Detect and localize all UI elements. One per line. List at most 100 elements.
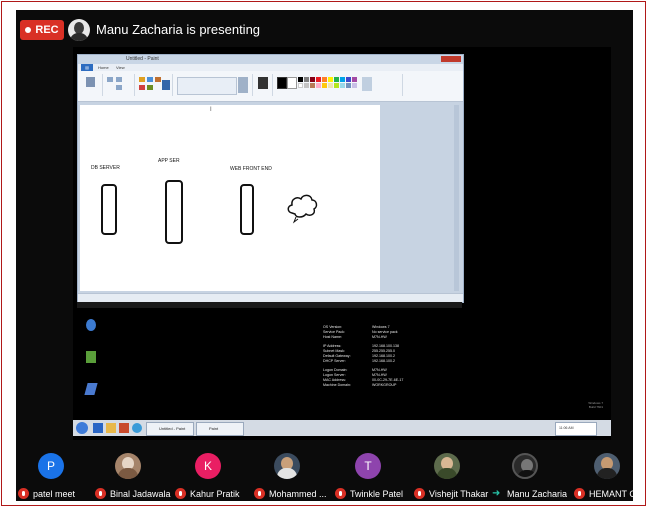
sysinfo-value: M7N-HW (372, 368, 387, 372)
palette-swatch[interactable] (310, 77, 315, 82)
palette-swatch[interactable] (346, 77, 351, 82)
app-server-label: APP SER (158, 158, 180, 164)
sysinfo-value: 192.168.100.2 (372, 359, 395, 363)
palette-swatch[interactable] (340, 83, 345, 88)
top-bar: REC Manu Zacharia is presenting (16, 10, 633, 50)
participant-tile[interactable]: HEMANT GA... (574, 452, 633, 501)
paint-file-menu[interactable]: ▤ (81, 64, 93, 71)
shapes-group[interactable] (174, 74, 253, 96)
image-group[interactable] (104, 74, 135, 96)
sysinfo-value: M7N-HW (372, 373, 387, 377)
participant-avatar (115, 453, 141, 479)
sysinfo-label: DHCP Server: (323, 359, 346, 363)
sysinfo-value: WORKGROUP (372, 383, 397, 387)
sysinfo-label: Logon Domain: (323, 368, 348, 372)
colors-group[interactable] (274, 74, 403, 96)
palette-swatch[interactable] (334, 83, 339, 88)
media-icon[interactable] (119, 423, 129, 433)
palette-swatch[interactable] (304, 77, 309, 82)
palette-swatch[interactable] (328, 77, 333, 82)
start-button[interactable] (76, 422, 88, 434)
palette-swatch[interactable] (298, 77, 303, 82)
mic-muted-icon (254, 488, 265, 499)
sysinfo-label: MAC Address: (323, 378, 346, 382)
sysinfo-label: Service Pack: (323, 330, 345, 334)
size-icon (258, 77, 268, 89)
participants-strip: P patel meet Binal Jadawala K Kahur Prat… (16, 452, 633, 501)
paint-tab-home[interactable]: Home (98, 65, 109, 70)
palette-swatch[interactable] (316, 83, 321, 88)
participant-tile[interactable]: P patel meet (18, 452, 98, 501)
palette-swatch[interactable] (298, 83, 303, 88)
window-controls[interactable] (441, 56, 461, 62)
paint-canvas[interactable]: DB SERVER APP SER WEB FRONT END I (80, 105, 380, 291)
participant-name: Mohammed ... (269, 489, 327, 499)
system-tray[interactable]: 11:06 AM (555, 422, 597, 436)
network-icon[interactable] (86, 319, 96, 331)
mic-muted-icon (414, 488, 425, 499)
participant-tile[interactable]: Mohammed ... (254, 452, 334, 501)
palette-swatch[interactable] (304, 83, 309, 88)
pencil-icon (139, 77, 145, 82)
outline-fill-icon (238, 77, 248, 93)
paint-ribbon-tabs: ▤ Home View (78, 64, 463, 71)
taskbar-task-paint[interactable]: Untitled - Paint (146, 422, 194, 436)
palette-swatch[interactable] (328, 83, 333, 88)
color2-swatch[interactable] (287, 77, 297, 89)
paint-tab-view[interactable]: View (116, 65, 125, 70)
web-front-end-label: WEB FRONT END (230, 166, 272, 172)
sysinfo-label: Machine Domain: (323, 383, 351, 387)
recycle-bin-icon[interactable] (86, 351, 96, 363)
shared-screen: Untitled - Paint ▤ Home View DB SERVER A… (73, 47, 611, 440)
presenting-status: Manu Zacharia is presenting (96, 22, 261, 37)
palette-swatch[interactable] (316, 77, 321, 82)
app-server-shape (165, 180, 183, 244)
web-server-shape (240, 184, 254, 235)
participant-name: Twinkle Patel (350, 489, 404, 499)
fill-icon (147, 77, 153, 82)
vertical-scrollbar[interactable] (454, 105, 459, 291)
palette-swatch[interactable] (322, 83, 327, 88)
paint-titlebar: Untitled - Paint (78, 55, 463, 64)
palette-swatch[interactable] (346, 83, 351, 88)
palette-swatch[interactable] (310, 83, 315, 88)
size-group[interactable] (254, 74, 273, 96)
bginfo-strip (77, 302, 462, 308)
palette-swatch[interactable] (322, 77, 327, 82)
sysinfo-label: Logon Server: (323, 373, 346, 377)
participant-tile[interactable]: Binal Jadawala (95, 452, 175, 501)
participant-name: Binal Jadawala (110, 489, 171, 499)
sysinfo-label: Subnet Mask: (323, 349, 345, 353)
participant-avatar (512, 453, 538, 479)
explorer-icon[interactable] (106, 423, 116, 433)
brushes-icon (162, 80, 170, 90)
sysinfo-value: Windows 7 (372, 325, 390, 329)
clipboard-group[interactable] (80, 74, 103, 96)
participant-tile[interactable]: T Twinkle Patel (335, 452, 415, 501)
palette-swatch[interactable] (340, 77, 345, 82)
chrome-icon[interactable] (132, 423, 142, 433)
palette-swatch[interactable] (352, 77, 357, 82)
desktop-shortcut-icon[interactable] (84, 383, 98, 395)
participant-name: Kahur Pratik (190, 489, 240, 499)
db-server-shape (101, 184, 117, 235)
color1-swatch[interactable] (277, 77, 287, 89)
paint-title: Untitled - Paint (126, 56, 159, 62)
palette-swatch[interactable] (334, 77, 339, 82)
sysinfo-value: 255.255.255.0 (372, 349, 395, 353)
presenter-avatar (68, 19, 90, 41)
canvas-area: DB SERVER APP SER WEB FRONT END I (78, 102, 463, 293)
participant-name: patel meet (33, 489, 76, 499)
sysinfo-label: Host Name: (323, 335, 342, 339)
participant-tile[interactable]: Vishejit Thakar (414, 452, 494, 501)
record-dot-icon (25, 27, 32, 33)
ie-icon[interactable] (93, 423, 103, 433)
tools-group[interactable] (136, 74, 173, 96)
recording-badge: REC (20, 20, 64, 40)
participant-name: Manu Zacharia (507, 489, 568, 499)
taskbar-task-2[interactable]: Paint (196, 422, 244, 436)
participant-tile[interactable]: ➜ Manu Zacharia (492, 452, 572, 501)
palette-swatch[interactable] (352, 83, 357, 88)
sysinfo-value: 00-0C-29-7E-6E-17 (372, 378, 404, 382)
participant-tile[interactable]: K Kahur Pratik (175, 452, 255, 501)
